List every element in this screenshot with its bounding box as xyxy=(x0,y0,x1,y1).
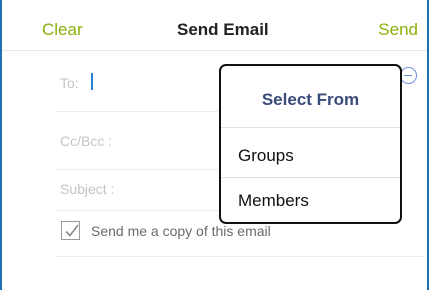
text-cursor xyxy=(91,73,93,90)
cc-bcc-field-label: Cc/Bcc : xyxy=(60,133,113,149)
popup-title: Select From xyxy=(261,90,360,109)
popup-item-groups[interactable]: Groups xyxy=(238,146,294,166)
subject-row-divider xyxy=(56,210,220,211)
cc-row-divider xyxy=(56,169,218,170)
subject-field-label: Subject : xyxy=(60,181,115,197)
popup-divider xyxy=(221,177,400,178)
navigation-bar: Clear Send Email Send xyxy=(2,0,427,50)
nav-divider xyxy=(2,50,427,51)
cc-bcc-field[interactable] xyxy=(120,124,215,158)
send-button[interactable]: Send xyxy=(378,20,418,40)
popup-divider xyxy=(221,127,400,128)
page-title: Send Email xyxy=(177,20,269,39)
clear-button[interactable]: Clear xyxy=(42,20,83,40)
to-field-label: To: xyxy=(60,75,79,91)
subject-field[interactable] xyxy=(128,174,216,204)
add-recipient-icon[interactable] xyxy=(400,67,417,84)
popup-item-members[interactable]: Members xyxy=(238,191,309,211)
copy-row-divider xyxy=(56,256,425,257)
send-copy-label: Send me a copy of this email xyxy=(91,223,271,239)
select-from-popup: Select From Groups Members xyxy=(219,64,402,224)
send-copy-checkbox[interactable] xyxy=(61,221,80,240)
checkmark-icon xyxy=(65,224,79,237)
to-row-divider xyxy=(56,111,218,112)
